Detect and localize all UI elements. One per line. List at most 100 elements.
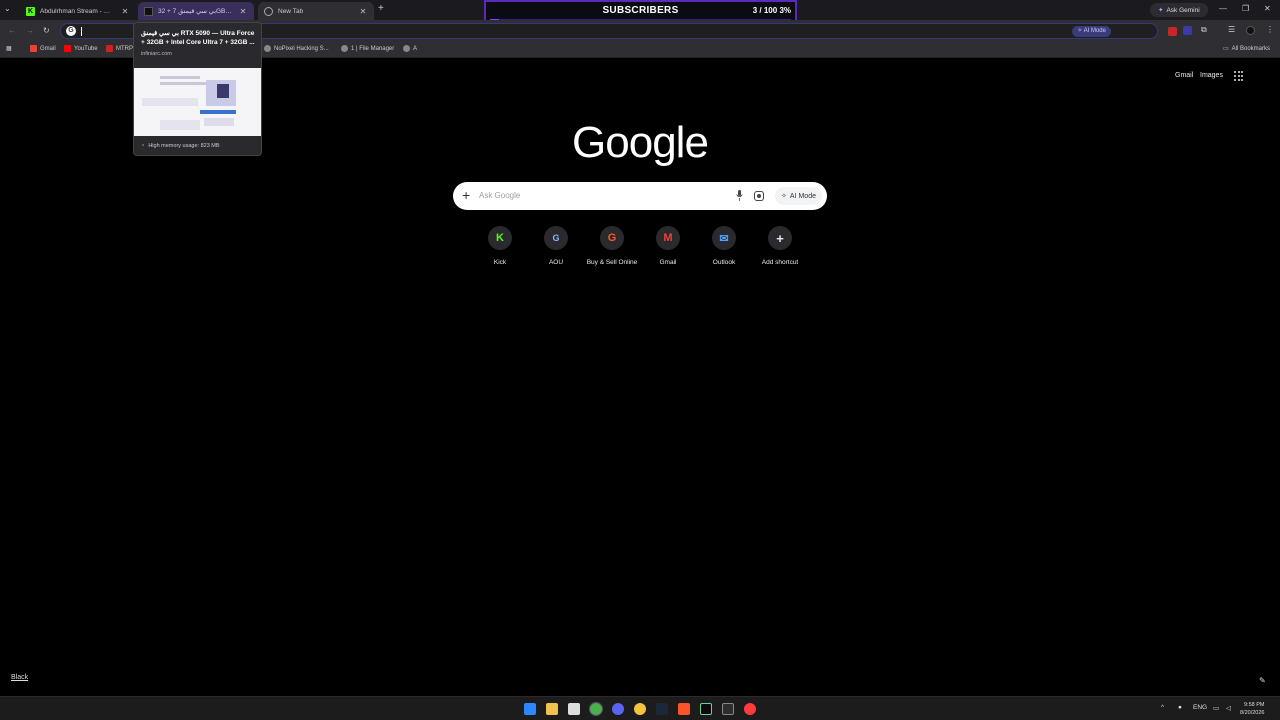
close-icon[interactable]: ✕ xyxy=(358,7,368,16)
windows-start-icon[interactable] xyxy=(524,703,536,715)
shortcut-aou[interactable]: G AOU xyxy=(528,226,584,266)
plus-icon: + xyxy=(768,226,792,250)
theme-attribution-link[interactable]: Black xyxy=(11,674,28,681)
youtube-icon xyxy=(64,45,71,52)
pencil-icon[interactable]: ✎ xyxy=(1259,676,1266,685)
microphone-icon[interactable]: ● xyxy=(1178,704,1182,711)
shortcut-outlook[interactable]: ✉ Outlook xyxy=(696,226,752,266)
mtrp-icon xyxy=(106,45,113,52)
hover-card-memory: ◔ High memory usage: 823 MB xyxy=(141,143,220,149)
tab-label: New Tab xyxy=(278,7,304,15)
memory-icon: ◔ xyxy=(141,143,145,149)
globe-icon xyxy=(264,6,273,16)
tab-search-button[interactable]: ⌄ xyxy=(4,4,11,13)
search-box[interactable]: + Ask Google ✧ AI Mode xyxy=(453,182,827,210)
google-icon: G xyxy=(66,26,76,36)
menu-icon[interactable]: ⋮ xyxy=(1266,25,1274,34)
volume-icon[interactable]: ◁ xyxy=(1226,704,1231,712)
terminal-icon[interactable] xyxy=(722,703,734,715)
bookmark-mtrp[interactable]: MTRP xyxy=(106,45,133,52)
shortcut-kick[interactable]: K Kick xyxy=(472,226,528,266)
sparkle-icon: ✧ xyxy=(781,193,787,200)
app-icon[interactable] xyxy=(744,703,756,715)
language-indicator[interactable]: ENG xyxy=(1193,704,1207,711)
tab-label: بي سي قيمنق 7 + 32GB DDR5 ... xyxy=(158,8,233,15)
gmail-icon xyxy=(30,45,37,52)
ask-gemini-button[interactable]: ✦ Ask Gemini xyxy=(1150,3,1208,17)
extension-red-icon[interactable] xyxy=(1168,27,1177,36)
gmail-icon: M xyxy=(656,226,680,250)
globe-icon xyxy=(341,45,348,52)
app-icon[interactable] xyxy=(700,703,712,715)
brave-icon[interactable] xyxy=(678,703,690,715)
discord-icon[interactable] xyxy=(612,703,624,715)
gmail-link[interactable]: Gmail xyxy=(1175,72,1193,79)
shortcut-buy-sell[interactable]: G Buy & Sell Online xyxy=(584,226,640,266)
tab-hover-card: بي سي قيمنق RTX 5090 — Ultra Force + 32G… xyxy=(133,22,262,156)
back-icon[interactable]: ← xyxy=(8,26,16,35)
tab-groups-icon[interactable]: ☰ xyxy=(1228,25,1235,34)
hover-card-domain: infiniarc.com xyxy=(141,51,172,57)
reload-icon[interactable]: ↻ xyxy=(43,26,50,35)
hover-card-thumbnail xyxy=(134,68,261,136)
folder-icon: ▭ xyxy=(1223,46,1229,52)
shortcut-label: Add shortcut xyxy=(761,259,799,266)
shortcut-gmail[interactable]: M Gmail xyxy=(640,226,696,266)
close-icon[interactable]: ✕ xyxy=(120,7,130,16)
restore-icon[interactable]: ❐ xyxy=(1242,4,1249,13)
minimize-icon[interactable]: — xyxy=(1219,4,1227,13)
shortcuts: K Kick G AOU G Buy & Sell Online M Gmail… xyxy=(472,226,808,266)
avatar[interactable] xyxy=(1246,26,1255,35)
site-icon xyxy=(144,6,153,16)
search-input[interactable]: Ask Google xyxy=(479,191,520,200)
aou-icon: G xyxy=(544,226,568,250)
shortcut-label: Outlook xyxy=(712,259,736,266)
tab-pc-store[interactable]: بي سي قيمنق 7 + 32GB DDR5 ... ✕ xyxy=(138,2,254,20)
shortcut-label: Buy & Sell Online xyxy=(586,259,638,266)
buy-sell-icon: G xyxy=(600,226,624,250)
gemini-icon: ✦ xyxy=(1158,7,1164,14)
taskbar: ^ ● ENG ▭ ◁ 9:58 PM 8/20/2026 xyxy=(0,696,1280,720)
bookmark-youtube[interactable]: YouTube xyxy=(64,45,98,52)
chevron-up-icon[interactable]: ^ xyxy=(1161,704,1164,711)
tab-label: Abdulrhman Stream - Watch Live xyxy=(40,7,115,15)
file-explorer-icon[interactable] xyxy=(546,703,558,715)
address-input[interactable] xyxy=(81,27,82,36)
bookmark-file-manager[interactable]: 1 | File Manager xyxy=(341,45,394,52)
globe-icon xyxy=(403,45,410,52)
google-lens-icon[interactable] xyxy=(754,191,764,201)
network-icon[interactable]: ▭ xyxy=(1213,704,1219,712)
bookmark-nopixel[interactable]: NoPixel Hacking S... xyxy=(264,45,329,52)
shortcut-label: AOU xyxy=(548,259,564,266)
add-shortcut-button[interactable]: + Add shortcut xyxy=(752,226,808,266)
clock[interactable]: 9:58 PM 8/20/2026 xyxy=(1240,701,1264,717)
apps-icon[interactable]: ▦ xyxy=(6,45,12,52)
ask-gemini-label: Ask Gemini xyxy=(1166,6,1200,14)
kick-icon: K xyxy=(488,226,512,250)
close-window-icon[interactable]: ✕ xyxy=(1264,4,1271,13)
hover-card-title: بي سي قيمنق RTX 5090 — Ultra Force + 32G… xyxy=(141,30,255,46)
store-icon[interactable] xyxy=(568,703,580,715)
globe-icon xyxy=(264,45,271,52)
google-apps-icon[interactable] xyxy=(1234,71,1244,81)
add-icon[interactable]: + xyxy=(462,187,470,203)
omnibox-ai-mode-button[interactable]: ✧ AI Mode xyxy=(1072,26,1111,37)
ai-mode-button[interactable]: ✧ AI Mode xyxy=(775,187,822,205)
forward-icon[interactable]: → xyxy=(26,26,34,35)
close-icon[interactable]: ✕ xyxy=(238,7,248,16)
outlook-icon: ✉ xyxy=(712,226,736,250)
tab-new-tab[interactable]: New Tab ✕ xyxy=(258,2,374,20)
new-tab-button[interactable]: + xyxy=(378,3,384,14)
microphone-icon[interactable] xyxy=(736,190,743,201)
steam-icon[interactable] xyxy=(656,703,668,715)
tab-kick-stream[interactable]: K Abdulrhman Stream - Watch Live ✕ xyxy=(20,2,136,20)
extension-icon[interactable] xyxy=(1183,26,1192,35)
images-link[interactable]: Images xyxy=(1200,72,1223,79)
app-icon[interactable] xyxy=(634,703,646,715)
chrome-icon[interactable] xyxy=(589,702,603,716)
all-bookmarks[interactable]: ▭ All Bookmarks xyxy=(1223,45,1270,53)
bookmark-a[interactable]: A xyxy=(403,45,417,52)
bookmark-gmail[interactable]: Gmail xyxy=(30,45,56,52)
shortcut-label: Gmail xyxy=(659,259,677,266)
puzzle-icon[interactable]: ⧉ xyxy=(1201,25,1207,35)
